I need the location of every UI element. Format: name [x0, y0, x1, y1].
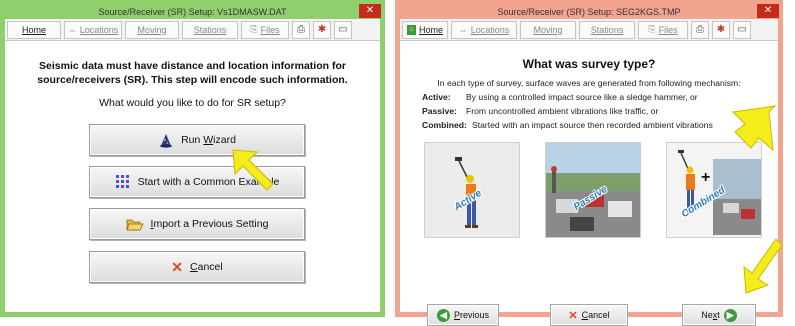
moving-button[interactable]: Moving — [520, 20, 576, 39]
stations-label: Stations — [590, 24, 624, 35]
stations-button[interactable]: Stations — [182, 20, 238, 39]
pointer-arrow-icon — [232, 149, 274, 191]
close-button[interactable]: ✕ — [757, 4, 779, 18]
sr-setup-window-wizard-choice: Source/Receiver (SR) Setup: Vs1DMASW.DAT… — [0, 0, 385, 317]
plus-sign: + — [701, 169, 711, 186]
locations-label: Locations — [470, 24, 510, 35]
stations-label: Stations — [193, 24, 227, 35]
window-title: Source/Receiver (SR) Setup: SEG2KGS.TMP — [497, 7, 681, 17]
definition-active: Active: By using a controlled impact sou… — [422, 92, 698, 102]
cancel-button[interactable]: ✕ Cancel — [550, 304, 628, 326]
toolbar: Home ⇔ Locations Moving Stations ⎘ Files… — [5, 19, 380, 41]
pointer-arrow-icon — [743, 238, 783, 294]
files-icon: ⎘ — [250, 24, 258, 34]
settings-icon[interactable]: ✱ — [313, 20, 331, 39]
title-bar: Source/Receiver (SR) Setup: SEG2KGS.TMP … — [400, 4, 779, 19]
previous-label: Previous — [453, 310, 490, 320]
cancel-x-icon: ✕ — [171, 258, 184, 275]
title-bar: Source/Receiver (SR) Setup: Vs1DMASW.DAT… — [5, 4, 381, 19]
window-icon[interactable]: ▭ — [733, 20, 751, 39]
files-button[interactable]: ⎘ Files — [241, 20, 289, 39]
grid-icon — [115, 175, 129, 188]
window-title: Source/Receiver (SR) Setup: Vs1DMASW.DAT — [98, 7, 287, 17]
import-setting-label: Import a Previous Setting — [150, 218, 269, 230]
home-icon: ⌂ — [407, 24, 416, 35]
locations-label: Locations — [79, 24, 119, 35]
toolbar: ⌂ Home ⇔ Locations Moving Stations ⎘ Fil… — [400, 19, 778, 41]
files-label: Files — [260, 24, 280, 35]
definition-term: Passive: — [422, 106, 457, 116]
print-icon[interactable]: ⎙ — [691, 20, 709, 39]
active-survey-image[interactable]: Active — [424, 142, 520, 238]
survey-type-heading: What was survey type? — [522, 57, 656, 71]
locations-icon: ⇔ — [458, 24, 468, 35]
files-icon: ⎘ — [648, 24, 656, 34]
home-label: Home — [21, 24, 46, 35]
definition-passive: Passive: From uncontrolled ambient vibra… — [422, 106, 658, 116]
files-button[interactable]: ⎘ Files — [638, 20, 688, 39]
definition-text: By using a controlled impact source like… — [466, 92, 698, 102]
cancel-button[interactable]: ✕ Cancel — [89, 251, 305, 283]
moving-label: Moving — [137, 24, 167, 35]
question-text: What would you like to do for SR setup? — [99, 97, 286, 109]
pointer-arrow-icon — [731, 105, 777, 152]
next-label: Next — [701, 310, 720, 320]
definition-combined: Combined: Started with an impact source … — [422, 120, 713, 130]
files-label: Files — [658, 24, 678, 35]
open-folder-icon — [125, 219, 144, 231]
wizard-hat-icon — [160, 134, 173, 148]
locations-button[interactable]: ⇔ Locations — [64, 20, 122, 39]
cancel-label: Cancel — [581, 310, 610, 320]
moving-button[interactable]: Moving — [125, 20, 179, 39]
cancel-label: Cancel — [190, 261, 223, 273]
settings-icon[interactable]: ✱ — [712, 20, 730, 39]
definition-term: Combined: — [422, 120, 467, 130]
home-button[interactable]: Home — [7, 20, 61, 39]
sr-setup-window-survey-type: Source/Receiver (SR) Setup: SEG2KGS.TMP … — [395, 0, 783, 326]
definition-text: Started with an impact source then recor… — [472, 120, 713, 130]
home-button[interactable]: ⌂ Home — [402, 20, 448, 39]
locations-button[interactable]: ⇔ Locations — [451, 20, 517, 39]
definition-text: From uncontrolled ambient vibrations lik… — [466, 106, 659, 116]
arrow-left-icon: ◀ — [436, 308, 450, 322]
stations-button[interactable]: Stations — [579, 20, 635, 39]
passive-survey-image[interactable]: Passive — [545, 142, 641, 238]
next-button[interactable]: Next ▶ — [682, 304, 756, 326]
locations-icon: ⇔ — [67, 24, 77, 35]
arrow-right-icon: ▶ — [723, 308, 737, 322]
survey-description: In each type of survey, surface waves ar… — [437, 78, 741, 88]
cancel-x-icon: ✕ — [568, 309, 578, 322]
import-setting-button[interactable]: Import a Previous Setting — [89, 208, 305, 240]
home-label: Home — [418, 24, 443, 35]
run-wizard-label: Run Wizard — [181, 134, 236, 146]
window-icon[interactable]: ▭ — [334, 20, 352, 39]
moving-label: Moving — [533, 24, 563, 35]
close-button[interactable]: ✕ — [359, 4, 381, 18]
previous-button[interactable]: ◀ Previous — [427, 304, 499, 326]
definition-term: Active: — [422, 92, 451, 102]
intro-text: Seismic data must have distance and loca… — [37, 60, 348, 86]
print-icon[interactable]: ⎙ — [292, 20, 310, 39]
